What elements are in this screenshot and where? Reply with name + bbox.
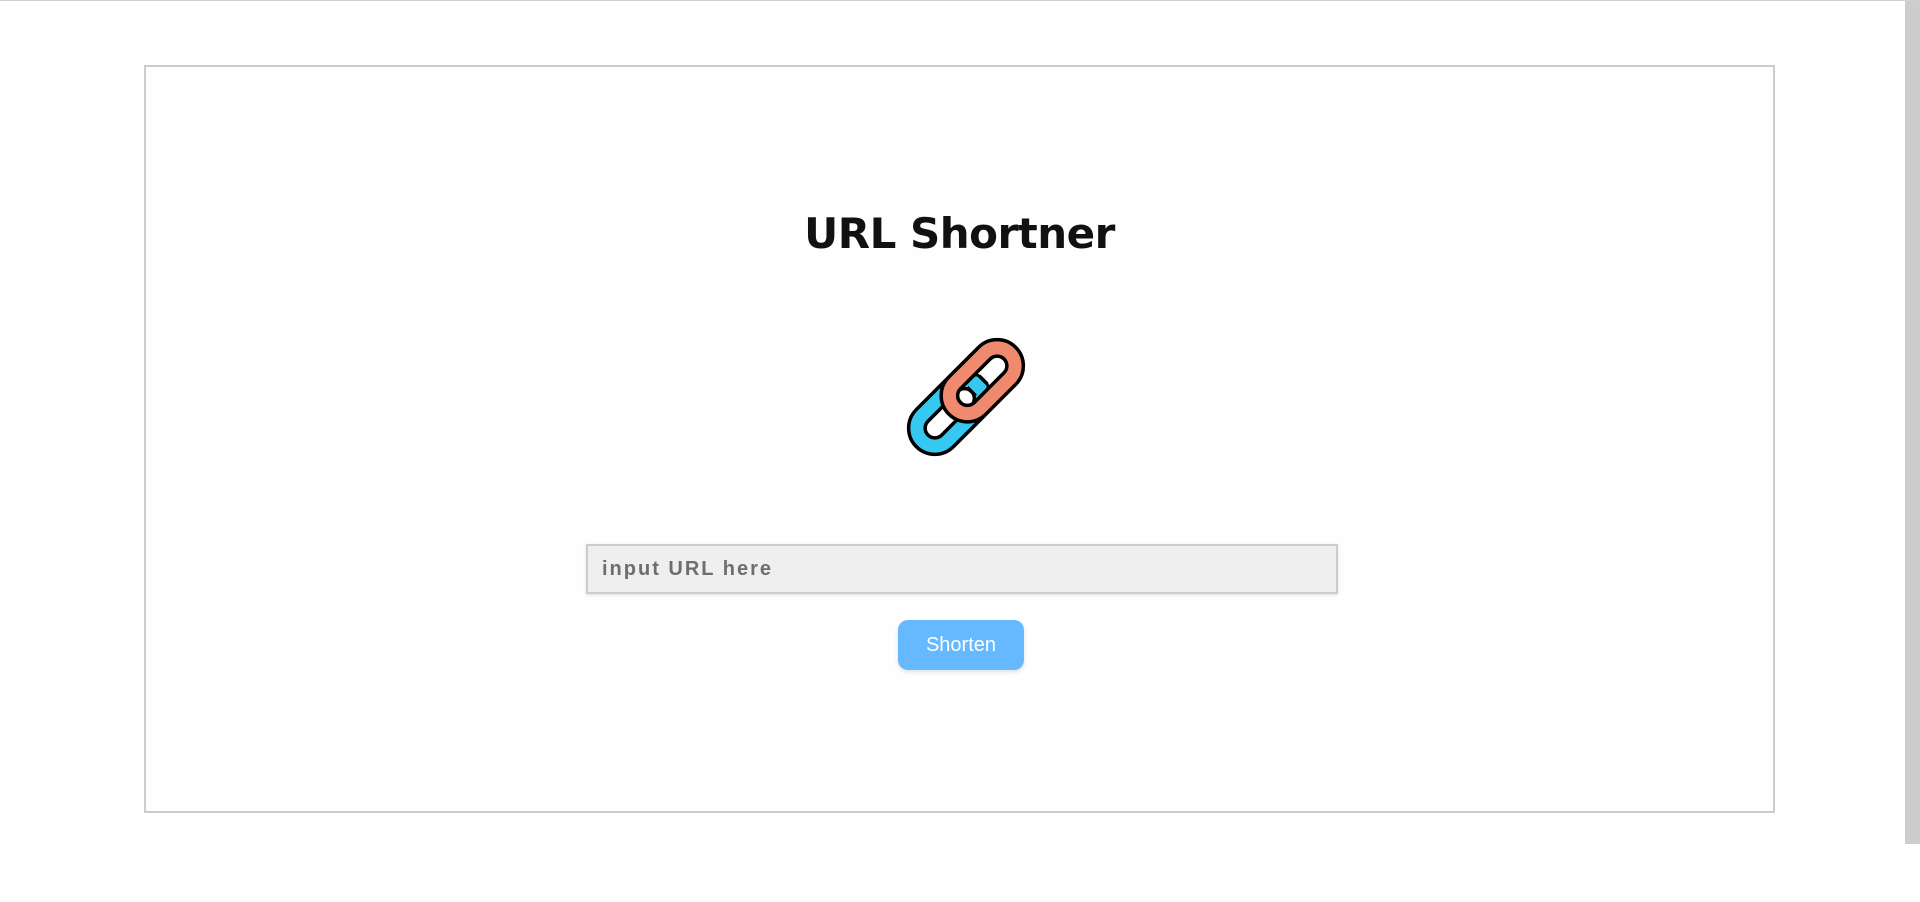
shortener-card: URL Shortner Shorten xyxy=(144,65,1775,813)
shorten-button[interactable]: Shorten xyxy=(898,620,1024,670)
vertical-scrollbar[interactable] xyxy=(1903,1,1920,902)
scrollbar-thumb[interactable] xyxy=(1905,1,1920,844)
page-viewport: URL Shortner Shorten xyxy=(0,0,1920,902)
page-title: URL Shortner xyxy=(804,209,1115,258)
url-input[interactable] xyxy=(586,544,1338,594)
link-chain-icon xyxy=(906,337,1026,457)
